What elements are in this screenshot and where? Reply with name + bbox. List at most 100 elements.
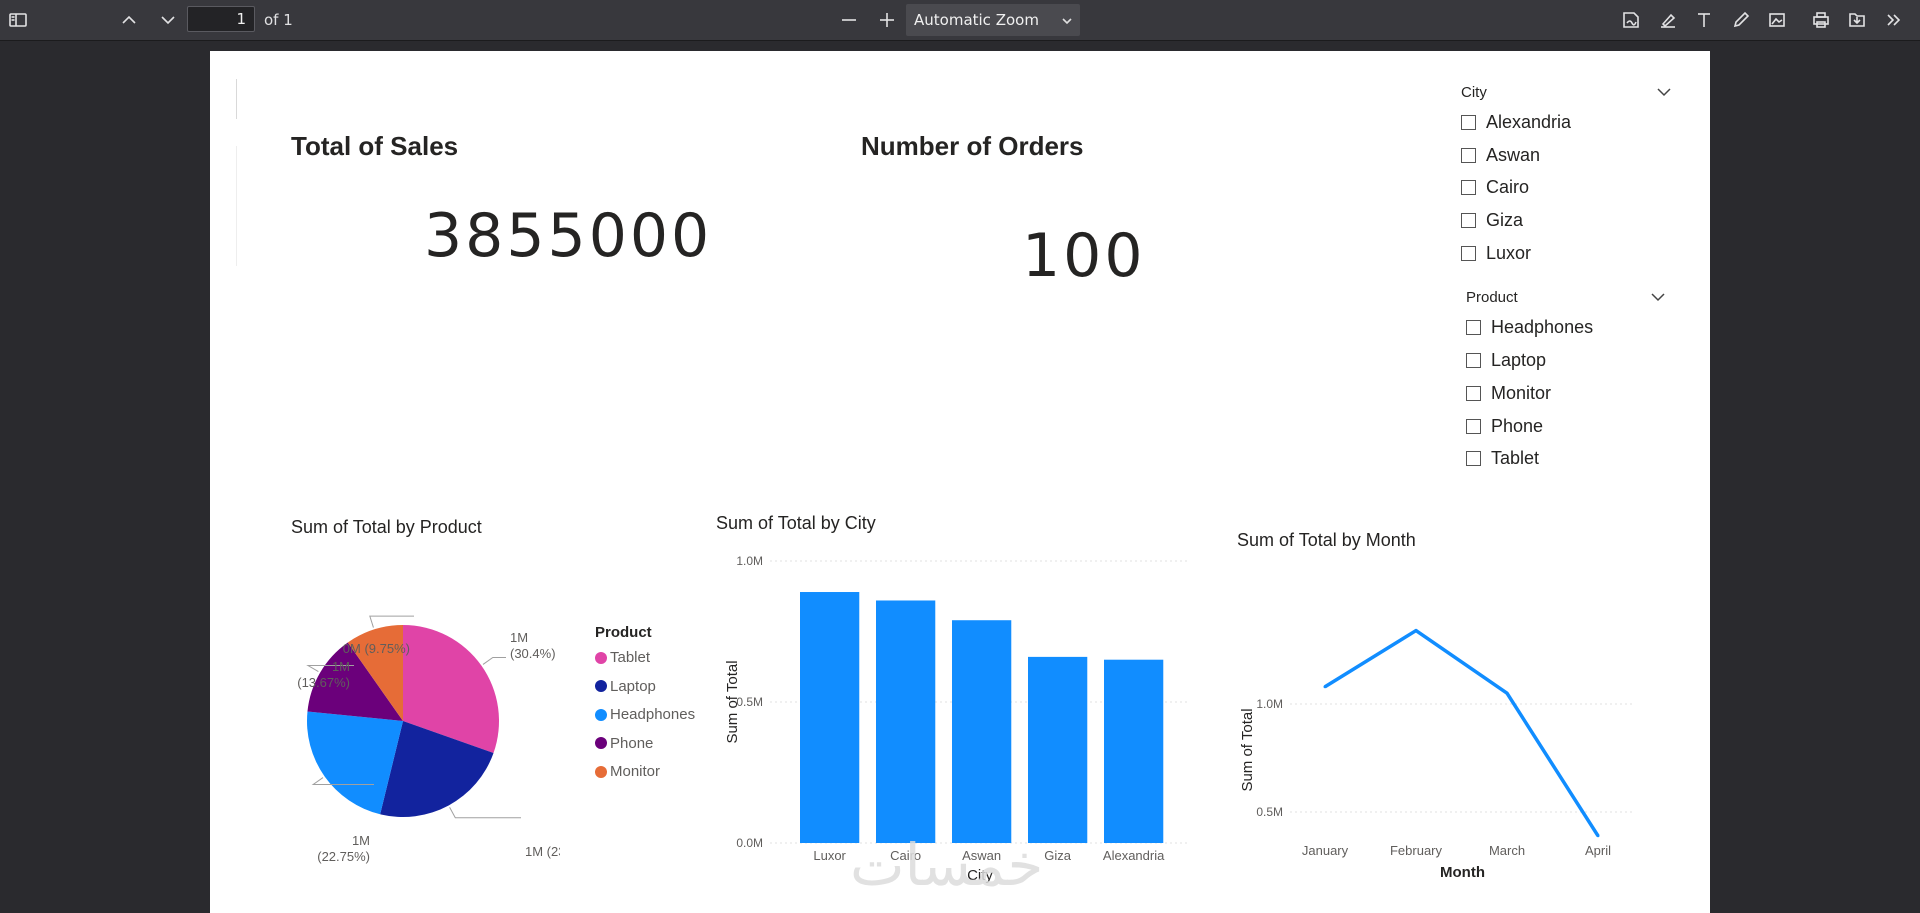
legend-label: Phone <box>610 734 654 752</box>
chevron-down-icon[interactable] <box>1656 87 1672 97</box>
y-tick-label: 1.0M <box>736 554 763 568</box>
chevron-down-icon <box>1062 18 1072 25</box>
zoom-in-icon[interactable] <box>873 6 901 34</box>
legend-item-monitor[interactable]: Monitor <box>595 763 660 780</box>
checkbox[interactable] <box>1466 450 1481 466</box>
legend-label: Headphones <box>610 706 696 723</box>
document-viewer[interactable]: Total of Sales 3855000 Number of Orders … <box>0 41 1920 913</box>
slicer-item-tablet[interactable]: Tablet <box>1466 446 1539 470</box>
line-series[interactable] <box>1324 628 1600 837</box>
slicer-item-phone[interactable]: Phone <box>1466 414 1543 438</box>
legend-item-phone[interactable]: Phone <box>595 735 653 752</box>
x-tick-label: April <box>1585 843 1611 858</box>
checkbox[interactable] <box>1461 245 1476 261</box>
pie-legend-title: Product <box>595 624 652 641</box>
bar-alexandria[interactable] <box>1104 659 1164 843</box>
legend-marker <box>595 680 607 692</box>
pie-data-label: 1M (23.42%) <box>525 844 560 859</box>
save-icon[interactable] <box>1843 6 1871 34</box>
more-tools-icon[interactable] <box>1880 6 1908 34</box>
legend-label: Monitor <box>610 763 661 780</box>
checkbox[interactable] <box>1461 147 1476 163</box>
slicer-item-label: Cairo <box>1486 176 1530 197</box>
line-chart-title: Sum of Total by Month <box>1237 530 1416 550</box>
checkbox[interactable] <box>1461 114 1476 130</box>
slicer-item-headphones[interactable]: Headphones <box>1466 315 1593 339</box>
y-axis-title: Sum of Total <box>1239 708 1256 791</box>
line-point-january[interactable] <box>1323 685 1327 689</box>
bar-aswan[interactable] <box>952 620 1012 843</box>
checkbox[interactable] <box>1466 385 1481 401</box>
slicer-item-label: Headphones <box>1491 316 1594 337</box>
zoom-select[interactable]: Automatic Zoom <box>906 4 1080 36</box>
highlight-icon[interactable] <box>1654 6 1682 34</box>
checkbox[interactable] <box>1461 179 1476 195</box>
image-icon[interactable] <box>1763 6 1791 34</box>
checkbox[interactable] <box>1461 212 1476 228</box>
checkbox[interactable] <box>1466 352 1481 368</box>
report-page: Total of Sales 3855000 Number of Orders … <box>210 51 1710 913</box>
sidebar-toggle-icon[interactable] <box>4 6 32 34</box>
x-tick-label: January <box>1302 843 1349 858</box>
legend-item-headphones[interactable]: Headphones <box>595 706 695 723</box>
checkbox[interactable] <box>1466 319 1481 335</box>
pie-data-label: 1M (30.4%) <box>510 630 556 661</box>
product-slicer-title: Product <box>1466 289 1518 306</box>
draw-icon[interactable] <box>1727 6 1755 34</box>
legend-marker <box>595 737 607 749</box>
slicer-item-label: Tablet <box>1491 447 1540 468</box>
line-point-february[interactable] <box>1414 629 1418 633</box>
zoom-out-icon[interactable] <box>835 6 863 34</box>
slicer-item-label: Alexandria <box>1486 111 1572 132</box>
x-tick-label: Luxor <box>813 848 846 863</box>
legend-item-tablet[interactable]: Tablet <box>595 649 650 666</box>
slicer-item-giza[interactable]: Giza <box>1461 208 1523 232</box>
x-tick-label: March <box>1489 843 1525 858</box>
signature-icon[interactable] <box>1617 6 1645 34</box>
y-axis-title: Sum of Total <box>724 660 741 743</box>
legend-label: Tablet <box>610 649 651 666</box>
slicer-item-label: Laptop <box>1491 349 1547 370</box>
zoom-select-label: Automatic Zoom <box>914 11 1039 29</box>
x-axis-title: Month <box>1440 864 1485 881</box>
kpi-sales-title: Total of Sales <box>291 131 459 161</box>
x-tick-label: Giza <box>1044 848 1072 863</box>
kpi-orders-title: Number of Orders <box>861 131 1084 161</box>
legend-item-laptop[interactable]: Laptop <box>595 678 656 695</box>
slicer-item-label: Aswan <box>1486 144 1541 165</box>
slicer-item-alexandria[interactable]: Alexandria <box>1461 110 1571 134</box>
legend-marker <box>595 651 607 664</box>
slicer-item-luxor[interactable]: Luxor <box>1461 241 1531 265</box>
text-tool-icon[interactable] <box>1690 6 1718 34</box>
pie-data-label: 0M (9.75%) <box>343 641 410 656</box>
page-count-label: of 1 <box>264 11 293 29</box>
bar-luxor[interactable] <box>800 592 860 843</box>
line-point-april[interactable] <box>1596 834 1600 838</box>
next-page-icon[interactable] <box>154 6 182 34</box>
bar-chart-title: Sum of Total by City <box>716 513 876 533</box>
slicer-item-laptop[interactable]: Laptop <box>1466 348 1546 372</box>
y-tick-label: 1.0M <box>1256 697 1283 711</box>
slicer-item-label: Monitor <box>1491 382 1552 403</box>
slicer-item-cairo[interactable]: Cairo <box>1461 175 1529 199</box>
divider <box>236 146 237 266</box>
bar-cairo[interactable] <box>876 600 936 843</box>
line-point-march[interactable] <box>1505 691 1509 695</box>
chevron-down-icon[interactable] <box>1650 292 1666 302</box>
pie-chart: 1M(30.4%) 1M (23.42%) 1M(22.75%) 1M(13.67%)… <box>297 615 560 864</box>
slicer-item-aswan[interactable]: Aswan <box>1461 143 1540 167</box>
y-tick-label: 0.5M <box>1256 805 1283 819</box>
pie-data-label: 1M (13.67%) <box>297 659 350 690</box>
divider <box>236 79 237 119</box>
legend-label: Laptop <box>610 677 656 695</box>
slicer-item-monitor[interactable]: Monitor <box>1466 381 1551 405</box>
y-tick-label: 0.0M <box>736 836 763 850</box>
pdf-toolbar: 1 of 1 Automatic Zoom <box>0 0 1920 41</box>
x-tick-label: Alexandria <box>1103 848 1165 863</box>
checkbox[interactable] <box>1466 418 1481 434</box>
bar-giza[interactable] <box>1028 656 1088 843</box>
previous-page-icon[interactable] <box>115 6 143 34</box>
print-icon[interactable] <box>1807 6 1835 34</box>
legend-marker <box>595 708 607 721</box>
page-number-input[interactable]: 1 <box>187 6 255 32</box>
